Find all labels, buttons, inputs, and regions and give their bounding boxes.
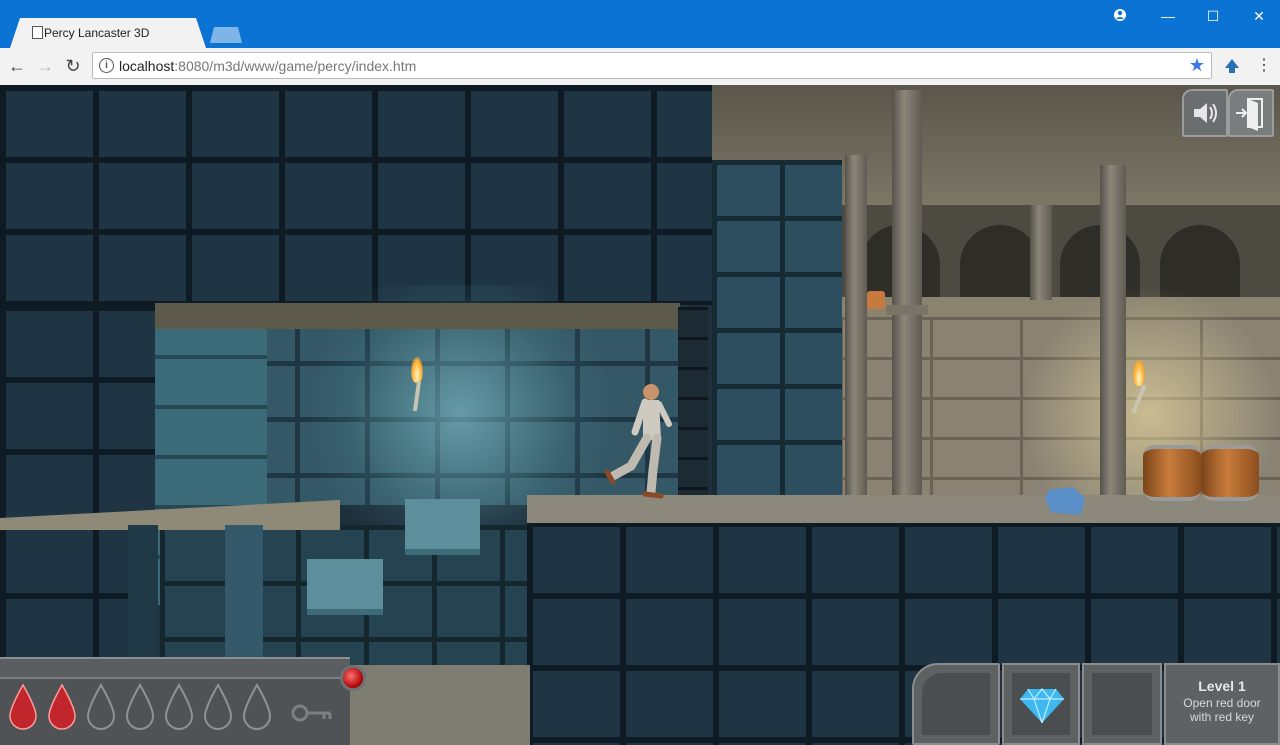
stone-wall-upper: [0, 85, 712, 305]
url-text[interactable]: localhost:8080/m3d/www/game/percy/index.…: [119, 58, 416, 74]
health-drop-full: [9, 683, 37, 730]
exit-button[interactable]: [1228, 89, 1274, 137]
ledge-support: [128, 525, 158, 665]
column: [892, 90, 922, 515]
health-drop-empty: [203, 683, 233, 730]
forward-icon[interactable]: →: [34, 55, 56, 77]
inventory-panel: Level 1 Open red door with red key: [912, 663, 1280, 745]
back-icon[interactable]: ←: [6, 55, 28, 77]
browser-toolbar: ← → ↻ i localhost:8080/m3d/www/game/perc…: [0, 48, 1280, 86]
browser-tab[interactable]: Percy Lancaster 3D: [10, 18, 206, 48]
health-drop-empty: [164, 683, 194, 730]
address-bar[interactable]: i localhost:8080/m3d/www/game/percy/inde…: [92, 52, 1212, 79]
inventory-slot[interactable]: [1082, 663, 1162, 745]
page-icon: [32, 26, 43, 39]
browser-titlebar: Percy Lancaster 3D — ☐ ✕: [0, 0, 1280, 48]
column: [1100, 165, 1126, 500]
health-panel: [0, 657, 366, 745]
health-drop-empty: [86, 683, 116, 730]
key-slot-icon: [291, 704, 332, 722]
bookmark-star-icon[interactable]: ★: [1189, 55, 1205, 76]
alarm-gem: [340, 665, 366, 691]
stone-wall-middle: [712, 160, 842, 520]
close-button[interactable]: ✕: [1244, 6, 1274, 26]
sound-button[interactable]: [1182, 89, 1228, 137]
speaker-icon: [1194, 103, 1217, 123]
extension-icon[interactable]: [1222, 56, 1242, 76]
diamond-icon: [1020, 688, 1064, 723]
tab-title: Percy Lancaster 3D: [44, 26, 150, 40]
chamber-ceiling: [155, 303, 680, 329]
column: [845, 155, 867, 495]
loose-floor-tile: [405, 499, 480, 555]
inventory-slot-diamond[interactable]: [1002, 663, 1080, 745]
exit-door-icon: [1236, 98, 1263, 131]
pit-floor: [340, 665, 530, 745]
health-drop-empty: [125, 683, 155, 730]
level-objective: Open red door with red key: [1183, 696, 1261, 724]
inventory-slot[interactable]: [912, 663, 1000, 745]
reload-icon[interactable]: ↻: [62, 55, 84, 77]
clay-jar: [867, 291, 885, 309]
barrel: [1201, 445, 1259, 501]
new-tab-button[interactable]: [210, 27, 242, 43]
falling-tile: [307, 559, 383, 615]
level-info: Level 1 Open red door with red key: [1164, 663, 1280, 745]
browser-menu-icon[interactable]: ⋮: [1256, 55, 1272, 75]
game-canvas[interactable]: Level 1 Open red door with red key: [0, 85, 1280, 745]
health-drop-empty: [242, 683, 272, 730]
column-ring: [886, 305, 928, 315]
maximize-button[interactable]: ☐: [1198, 6, 1228, 26]
health-drop-full: [48, 683, 76, 730]
minimize-button[interactable]: —: [1153, 6, 1183, 26]
info-icon[interactable]: i: [99, 58, 114, 73]
dark-pillar: [678, 307, 708, 521]
barrel: [1143, 445, 1201, 501]
profile-icon[interactable]: [1105, 6, 1135, 26]
column: [1030, 205, 1052, 300]
hud-rail: [0, 657, 350, 679]
level-title: Level 1: [1198, 678, 1246, 694]
player-character: [605, 384, 672, 499]
ledge-support: [225, 525, 263, 665]
